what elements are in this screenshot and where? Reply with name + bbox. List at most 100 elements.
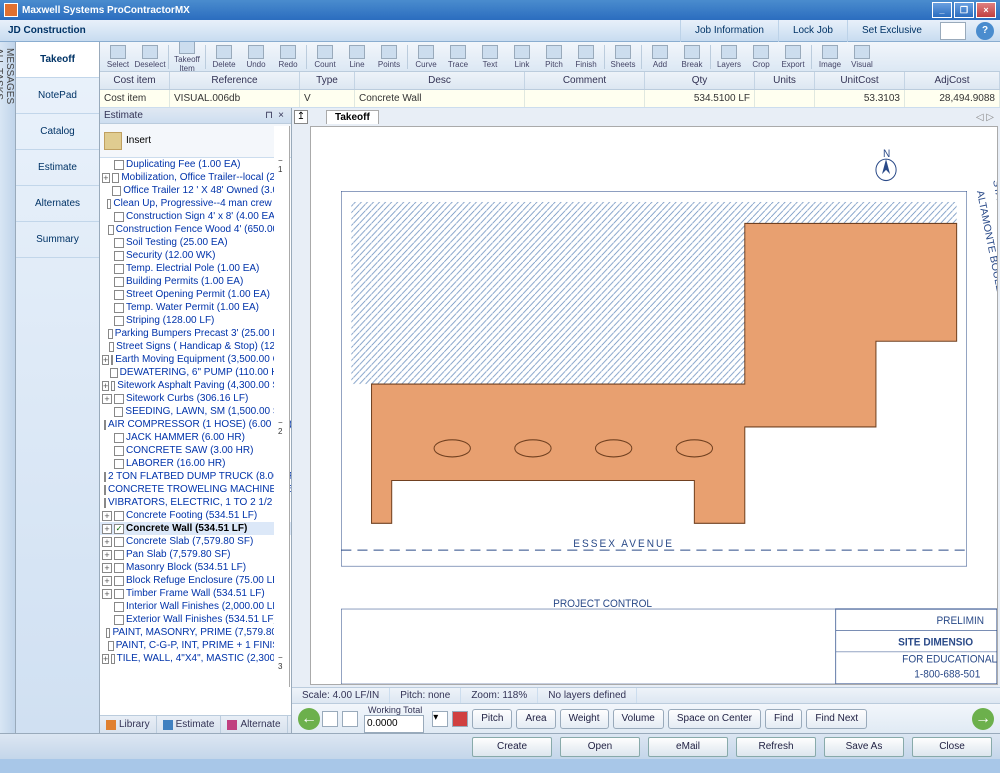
expand-icon[interactable]: [102, 459, 112, 469]
expand-icon[interactable]: [102, 342, 107, 352]
tree-item[interactable]: PAINT, MASONRY, PRIME (7,579.80 S|: [100, 626, 291, 639]
tree-item[interactable]: Parking Bumpers Precast 3' (25.00 EA): [100, 327, 291, 340]
expand-icon[interactable]: [102, 303, 112, 313]
expand-icon[interactable]: [102, 277, 112, 287]
checkbox-icon[interactable]: [104, 485, 106, 495]
checkbox-icon[interactable]: [104, 498, 106, 508]
tree-item[interactable]: +Earth Moving Equipment (3,500.00 CY): [100, 353, 291, 366]
tool-pitch[interactable]: Pitch: [538, 45, 570, 69]
insert-bar[interactable]: Insert: [100, 124, 291, 158]
checkbox-icon[interactable]: [104, 420, 106, 430]
tree-item[interactable]: Clean Up, Progressive--4 man crew (26: [100, 197, 291, 210]
checkbox-icon[interactable]: [114, 303, 124, 313]
nav-tab-catalog[interactable]: Catalog: [16, 114, 99, 150]
tree-item[interactable]: Soil Testing (25.00 EA): [100, 236, 291, 249]
job-information-button[interactable]: Job Information: [680, 20, 778, 42]
wt-volume-button[interactable]: Volume: [613, 709, 664, 729]
checkbox-icon[interactable]: [114, 511, 124, 521]
tool-select[interactable]: Select: [102, 45, 134, 69]
est-tab-library[interactable]: Library: [100, 716, 157, 733]
expand-icon[interactable]: [102, 160, 112, 170]
expand-icon[interactable]: [102, 368, 108, 378]
tree-item[interactable]: AIR COMPRESSOR (1 HOSE) (6.00 HR): [100, 418, 291, 431]
checkbox-icon[interactable]: [114, 602, 124, 612]
grid-icon[interactable]: [322, 711, 338, 727]
expand-icon[interactable]: +: [102, 173, 110, 183]
expand-icon[interactable]: [102, 264, 112, 274]
tree-item[interactable]: LABORER (16.00 HR): [100, 457, 291, 470]
est-tab-estimate[interactable]: Estimate: [157, 716, 222, 733]
expand-icon[interactable]: [102, 290, 112, 300]
wt-space-on-center-button[interactable]: Space on Center: [668, 709, 761, 729]
tree-item[interactable]: +Masonry Block (534.51 LF): [100, 561, 291, 574]
expand-icon[interactable]: +: [102, 576, 112, 586]
tool-takeoff-item[interactable]: Takeoff Item: [171, 42, 203, 72]
checkbox-icon[interactable]: [114, 251, 124, 261]
tree-item[interactable]: +Sitework Curbs (306.16 LF): [100, 392, 291, 405]
tool-export[interactable]: Export: [777, 45, 809, 69]
expand-icon[interactable]: [102, 628, 104, 638]
tree-item[interactable]: Exterior Wall Finishes (534.51 LF): [100, 613, 291, 626]
all-tasks-tab[interactable]: ALL TASKS: [0, 48, 4, 723]
expand-icon[interactable]: [102, 446, 112, 456]
expand-icon[interactable]: [102, 316, 112, 326]
grid-header-cell[interactable]: Reference: [170, 72, 300, 89]
checkbox-icon[interactable]: [114, 459, 124, 469]
expand-icon[interactable]: [102, 186, 110, 196]
expand-icon[interactable]: +: [102, 589, 112, 599]
tree-item[interactable]: +Concrete Footing (534.51 LF): [100, 509, 291, 522]
tree-item[interactable]: Office Trailer 12 ' X 48' Owned (3.00 |: [100, 184, 291, 197]
checkbox-icon[interactable]: [106, 628, 110, 638]
footer-email-button[interactable]: eMail: [648, 737, 728, 757]
nav-tab-estimate[interactable]: Estimate: [16, 150, 99, 186]
footer-open-button[interactable]: Open: [560, 737, 640, 757]
grid-header-cell[interactable]: Qty: [645, 72, 755, 89]
grid-row[interactable]: Cost itemVISUAL.006dbVConcrete Wall534.5…: [100, 90, 1000, 108]
checkbox-icon[interactable]: [114, 589, 124, 599]
expand-icon[interactable]: [102, 641, 106, 651]
nav-tab-alternates[interactable]: Alternates: [16, 186, 99, 222]
tree-item[interactable]: Duplicating Fee (1.00 EA): [100, 158, 291, 171]
expand-icon[interactable]: +: [102, 355, 109, 365]
expand-icon[interactable]: +: [102, 394, 112, 404]
tool-points[interactable]: Points: [373, 45, 405, 69]
checkbox-icon[interactable]: [114, 407, 124, 417]
help-icon[interactable]: ?: [976, 22, 994, 40]
wt-pitch-button[interactable]: Pitch: [472, 709, 512, 729]
checkbox-icon[interactable]: [114, 615, 124, 625]
tool-add[interactable]: Add: [644, 45, 676, 69]
tree-item[interactable]: VIBRATORS, ELECTRIC, 1 TO 2 1/2 HP: [100, 496, 291, 509]
tree-item[interactable]: CONCRETE SAW (3.00 HR): [100, 444, 291, 457]
drawing-canvas[interactable]: ESSEX AVENUE PRELIMIN SITE DIMENSIO FOR …: [310, 126, 998, 685]
est-tab-alternate[interactable]: Alternate: [221, 716, 287, 733]
wt-find-next-button[interactable]: Find Next: [806, 709, 867, 729]
expand-icon[interactable]: [102, 251, 112, 261]
tool-line[interactable]: Line: [341, 45, 373, 69]
close-button[interactable]: ×: [976, 2, 996, 18]
expand-icon[interactable]: [102, 225, 106, 235]
spinner-icon[interactable]: ▾: [432, 711, 448, 727]
tool-delete[interactable]: Delete: [208, 45, 240, 69]
checkbox-icon[interactable]: [114, 212, 124, 222]
panel-close-icon[interactable]: ×: [275, 108, 287, 123]
tool-count[interactable]: Count: [309, 45, 341, 69]
checkbox-icon[interactable]: [114, 433, 124, 443]
tool-visual[interactable]: Visual: [846, 45, 878, 69]
checkbox-icon[interactable]: [108, 641, 113, 651]
expand-icon[interactable]: +: [102, 654, 109, 664]
set-exclusive-button[interactable]: Set Exclusive: [847, 20, 936, 42]
nav-tab-summary[interactable]: Summary: [16, 222, 99, 258]
expand-icon[interactable]: [102, 615, 112, 625]
tool-break[interactable]: Break: [676, 45, 708, 69]
expand-icon[interactable]: [102, 329, 106, 339]
tool-curve[interactable]: Curve: [410, 45, 442, 69]
messages-tab[interactable]: MESSAGES: [4, 48, 15, 723]
list-icon[interactable]: [342, 711, 358, 727]
expand-icon[interactable]: [102, 238, 112, 248]
checkbox-icon[interactable]: [114, 576, 124, 586]
tool-link[interactable]: Link: [506, 45, 538, 69]
grid-header-cell[interactable]: Type: [300, 72, 355, 89]
print-icon[interactable]: [940, 22, 966, 40]
maximize-button[interactable]: ❐: [954, 2, 974, 18]
grid-header-cell[interactable]: Units: [755, 72, 815, 89]
